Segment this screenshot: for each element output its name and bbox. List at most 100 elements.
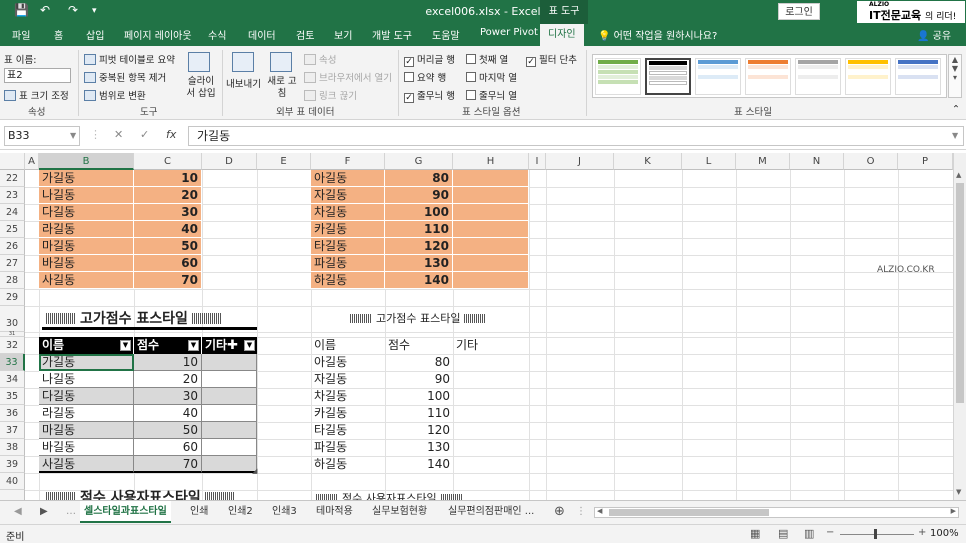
column-header-f[interactable]: F xyxy=(311,153,385,170)
banded-columns-checkbox[interactable]: 줄무늬 열 xyxy=(466,88,517,102)
insert-function-icon[interactable]: fx xyxy=(166,128,176,141)
prev-sheet-icon[interactable]: ◀ xyxy=(10,501,26,523)
row-header[interactable]: 26 xyxy=(0,238,25,255)
expand-formula-icon[interactable]: ▼ xyxy=(952,131,958,140)
row-header[interactable]: 28 xyxy=(0,272,25,289)
style-swatch-blue[interactable] xyxy=(695,58,741,95)
row-header[interactable]: 38 xyxy=(0,439,25,456)
plain-cell-name[interactable]: 자길동 xyxy=(311,371,385,388)
pivot-summary-button[interactable]: 피벗 테이블로 요약 xyxy=(84,52,175,66)
tab-page-layout[interactable]: 페이지 레이아웃 xyxy=(124,27,192,42)
last-column-checkbox[interactable]: 마지막 열 xyxy=(466,70,517,84)
column-header-g[interactable]: G xyxy=(385,153,453,170)
plain-header-etc[interactable]: 기타 xyxy=(453,337,529,354)
row-header[interactable]: 35 xyxy=(0,388,25,405)
table-cell-score[interactable]: 30 xyxy=(134,388,202,405)
cell-score[interactable]: 100 xyxy=(385,204,453,221)
horizontal-scroll-thumb[interactable] xyxy=(609,509,769,516)
cell-etc[interactable] xyxy=(453,187,529,204)
row-header[interactable]: 36 xyxy=(0,405,25,422)
style-swatch-blue-2[interactable] xyxy=(895,58,941,95)
cell-score[interactable]: 90 xyxy=(385,187,453,204)
column-header-j[interactable]: J xyxy=(546,153,614,170)
table-cell-score[interactable]: 20 xyxy=(134,371,202,388)
tab-review[interactable]: 검토 xyxy=(296,27,314,42)
sheet-tab[interactable]: 테마적용 xyxy=(312,501,357,523)
resize-table-button[interactable]: 표 크기 조정 xyxy=(4,88,69,102)
cell-name[interactable]: 라길동 xyxy=(39,221,134,238)
filter-dropdown-icon[interactable]: ▼ xyxy=(120,340,131,351)
unlink-button[interactable]: 링크 끊기 xyxy=(304,88,357,102)
row-header[interactable]: 30 xyxy=(0,306,25,332)
row-header[interactable]: 24 xyxy=(0,204,25,221)
plain-header-score[interactable]: 점수 xyxy=(385,337,453,354)
table-cell-score[interactable]: 10 xyxy=(134,354,202,371)
tab-help[interactable]: 도움말 xyxy=(432,27,460,42)
table-cell-etc[interactable] xyxy=(202,354,257,371)
column-header-n[interactable]: N xyxy=(790,153,844,170)
cell-score[interactable]: 140 xyxy=(385,272,453,289)
tab-file[interactable]: 파일 xyxy=(12,27,30,42)
tab-power-pivot[interactable]: Power Pivot xyxy=(480,27,538,38)
table-cell-score[interactable]: 40 xyxy=(134,405,202,422)
row-header[interactable]: 22 xyxy=(0,170,25,187)
header-row-checkbox[interactable]: ✓ 머리글 행 xyxy=(404,52,455,67)
cell-score[interactable]: 10 xyxy=(134,170,202,187)
tab-design[interactable]: 디자인 xyxy=(540,24,584,46)
zoom-out-icon[interactable]: − xyxy=(826,527,834,538)
properties-button[interactable]: 속성 xyxy=(304,52,336,66)
table-cell-etc[interactable] xyxy=(202,422,257,439)
table-cell-name-selected[interactable]: 가길동 xyxy=(39,354,134,371)
table-name-input[interactable]: 표2 xyxy=(4,68,71,83)
export-button[interactable]: 내보내기 xyxy=(226,76,261,90)
slicer-icon[interactable] xyxy=(188,52,210,72)
share-button[interactable]: 👤 공유 xyxy=(917,27,951,42)
cell-score[interactable]: 30 xyxy=(134,204,202,221)
plain-header-name[interactable]: 이름 xyxy=(311,337,385,354)
column-header-m[interactable]: M xyxy=(736,153,790,170)
cancel-icon[interactable]: ✕ xyxy=(114,128,123,141)
table-header-score[interactable]: 점수 ▼ xyxy=(134,337,202,354)
table-cell-score[interactable]: 50 xyxy=(134,422,202,439)
tell-me-box[interactable]: 💡 어떤 작업을 원하시나요? xyxy=(598,27,717,42)
table-cell-name[interactable]: 나길동 xyxy=(39,371,134,388)
plain-cell-score[interactable]: 100 xyxy=(385,388,453,405)
cell-name[interactable]: 파길동 xyxy=(311,255,385,272)
cell-score[interactable]: 60 xyxy=(134,255,202,272)
style-swatch-orange[interactable] xyxy=(745,58,791,95)
banded-rows-checkbox[interactable]: ✓ 줄무늬 행 xyxy=(404,88,455,103)
tab-data[interactable]: 데이터 xyxy=(248,27,276,42)
filter-dropdown-icon[interactable]: ▼ xyxy=(188,340,199,351)
style-swatch-gold[interactable] xyxy=(845,58,891,95)
plain-cell-name[interactable]: 하길동 xyxy=(311,456,385,473)
column-header-c[interactable]: C xyxy=(134,153,202,170)
cell-etc[interactable] xyxy=(453,170,529,187)
plain-cell-score[interactable]: 90 xyxy=(385,371,453,388)
login-button[interactable]: 로그인 xyxy=(778,3,820,20)
cell-name[interactable]: 아길동 xyxy=(311,170,385,187)
remove-duplicates-button[interactable]: 중복된 항목 제거 xyxy=(84,70,166,84)
refresh-button[interactable]: 새로 고침 xyxy=(264,76,300,100)
sheet-tab[interactable]: 실무편의점판매인 ... xyxy=(444,501,538,523)
plain-cell-score[interactable]: 110 xyxy=(385,405,453,422)
table-cell-name[interactable]: 다길동 xyxy=(39,388,134,405)
select-all-corner[interactable] xyxy=(0,153,25,170)
plain-cell-score[interactable]: 140 xyxy=(385,456,453,473)
column-header-p[interactable]: P xyxy=(898,153,953,170)
enter-icon[interactable]: ✓ xyxy=(140,128,149,141)
table-resize-handle-icon[interactable]: ◢ xyxy=(252,467,257,475)
scroll-down-icon[interactable]: ▼ xyxy=(956,488,961,496)
name-box[interactable]: B33 xyxy=(4,126,80,146)
add-sheet-icon[interactable]: ⊕ xyxy=(550,501,569,523)
style-swatch-black-selected[interactable] xyxy=(645,58,691,95)
cell-name[interactable]: 다길동 xyxy=(39,204,134,221)
vertical-scrollbar[interactable]: ▲ ▼ xyxy=(953,153,966,500)
column-header-a[interactable]: A xyxy=(25,153,39,170)
plain-cell-name[interactable]: 아길동 xyxy=(311,354,385,371)
formula-input[interactable]: 가길동 xyxy=(188,126,964,146)
convert-to-range-button[interactable]: 범위로 변환 xyxy=(84,88,146,102)
sheet-tab[interactable]: 인쇄3 xyxy=(268,501,301,523)
insert-slicer-button[interactable]: 슬라이서 삽입 xyxy=(184,76,218,100)
column-header-k[interactable]: K xyxy=(614,153,682,170)
normal-view-icon[interactable]: ▦ xyxy=(750,527,760,540)
